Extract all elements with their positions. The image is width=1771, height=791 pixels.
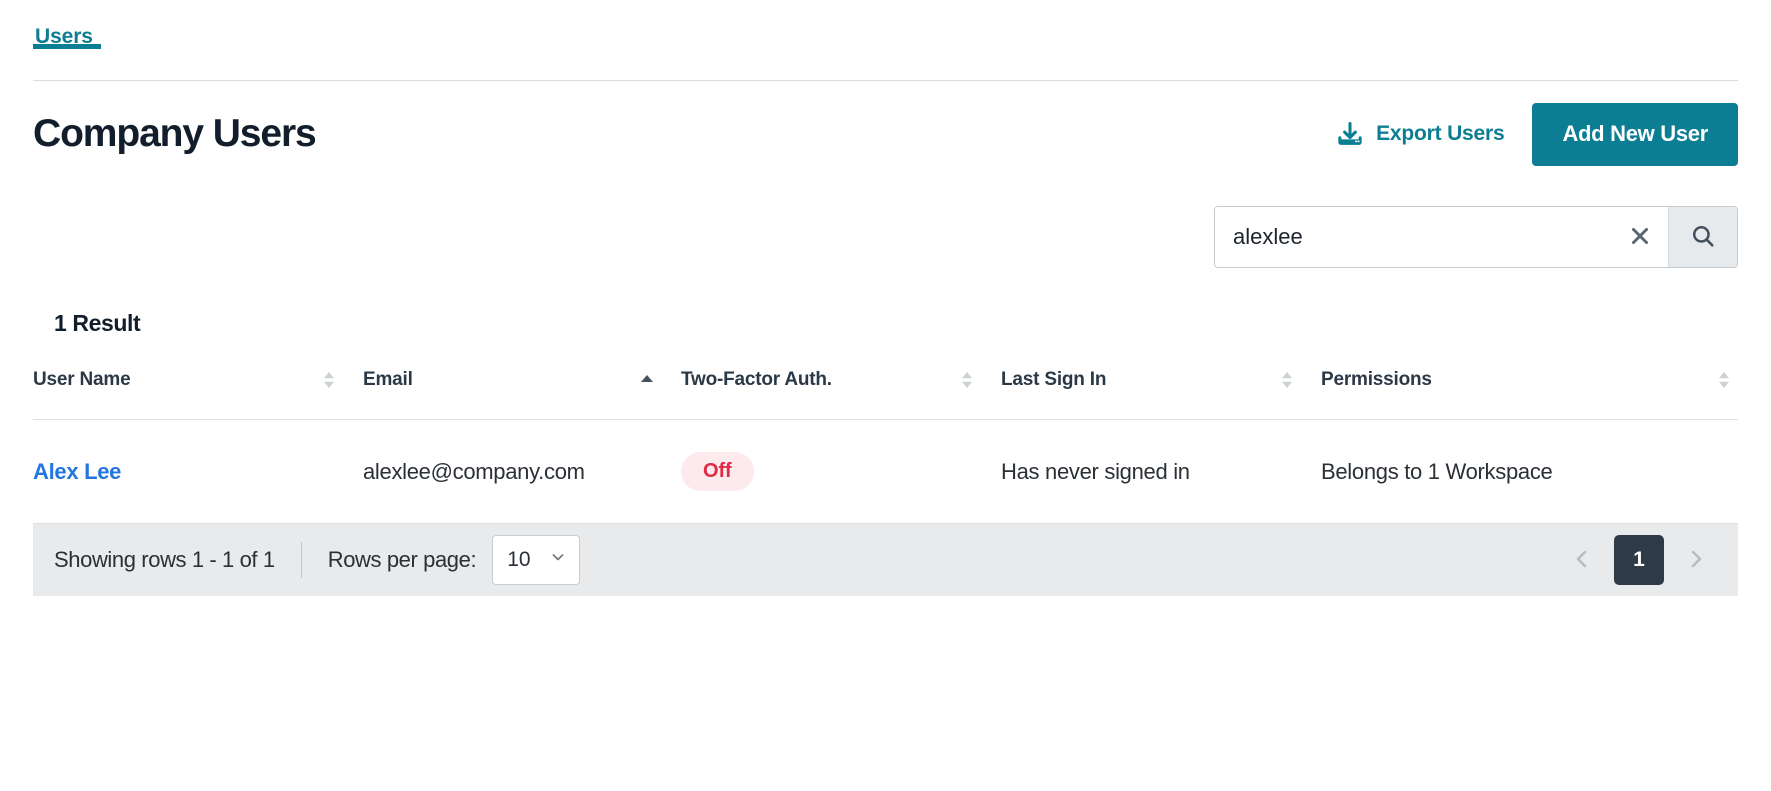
tab-users-label: Users bbox=[35, 25, 93, 48]
previous-page-button[interactable] bbox=[1564, 540, 1600, 580]
column-label-two-factor-auth: Two-Factor Auth. bbox=[681, 369, 832, 390]
sort-icon-user-name bbox=[321, 369, 337, 391]
column-label-user-name: User Name bbox=[33, 369, 131, 390]
search-input[interactable] bbox=[1215, 207, 1612, 267]
column-header-two-factor-auth[interactable]: Two-Factor Auth. bbox=[681, 369, 1001, 420]
users-table: User Name Email Two-Factor Auth. Last Si… bbox=[33, 369, 1738, 524]
column-label-permissions: Permissions bbox=[1321, 369, 1432, 390]
export-users-label: Export Users bbox=[1376, 122, 1505, 145]
search-row bbox=[0, 187, 1771, 268]
export-users-button[interactable]: Export Users bbox=[1334, 114, 1506, 154]
page-header: Company Users Export Users Add New User bbox=[0, 81, 1771, 187]
result-count: 1 Result bbox=[54, 310, 141, 336]
column-label-email: Email bbox=[363, 369, 413, 390]
rows-per-page-label: Rows per page: bbox=[327, 547, 477, 572]
tab-users[interactable]: Users bbox=[33, 0, 101, 49]
column-header-last-sign-in[interactable]: Last Sign In bbox=[1001, 369, 1321, 420]
chevron-right-icon bbox=[1684, 547, 1708, 574]
status-badge: Off bbox=[681, 452, 754, 491]
close-icon bbox=[1628, 224, 1652, 251]
cell-email: alexlee@company.com bbox=[363, 458, 585, 484]
cell-permissions: Belongs to 1 Workspace bbox=[1321, 458, 1553, 484]
table-row: Alex Lee alexlee@company.com Off Has nev… bbox=[33, 419, 1738, 524]
pagination-controls: 1 bbox=[1564, 535, 1714, 585]
rows-per-page-value: 10 bbox=[507, 548, 531, 571]
page-number-button[interactable]: 1 bbox=[1614, 535, 1664, 585]
user-name-link[interactable]: Alex Lee bbox=[33, 459, 121, 484]
column-header-permissions[interactable]: Permissions bbox=[1321, 369, 1738, 420]
add-new-user-button[interactable]: Add New User bbox=[1532, 102, 1738, 166]
column-header-email[interactable]: Email bbox=[363, 369, 681, 420]
sort-icon-last-sign-in bbox=[1279, 369, 1295, 391]
page-title: Company Users bbox=[33, 112, 317, 155]
rows-per-page-select[interactable]: 10 bbox=[492, 535, 581, 585]
cell-last-sign-in: Has never signed in bbox=[1001, 458, 1190, 484]
cell-user-name: Alex Lee bbox=[33, 420, 363, 524]
header-actions: Export Users Add New User bbox=[1334, 102, 1738, 166]
search-icon bbox=[1690, 223, 1716, 252]
column-label-last-sign-in: Last Sign In bbox=[1001, 369, 1107, 390]
chevron-down-icon bbox=[548, 547, 568, 573]
pagination-bar: Showing rows 1 - 1 of 1 Rows per page: 1… bbox=[33, 524, 1738, 596]
pagination-info: Showing rows 1 - 1 of 1 Rows per page: 1… bbox=[54, 535, 581, 585]
divider bbox=[300, 542, 302, 578]
chevron-left-icon bbox=[1570, 547, 1594, 574]
next-page-button[interactable] bbox=[1678, 540, 1714, 580]
table-body: Alex Lee alexlee@company.com Off Has nev… bbox=[33, 419, 1738, 524]
table-header-row: User Name Email Two-Factor Auth. Last Si… bbox=[33, 369, 1738, 420]
sort-icon-two-factor-auth bbox=[959, 369, 975, 391]
tab-bar: Users bbox=[0, 0, 1771, 81]
search-box bbox=[1214, 206, 1738, 268]
users-table-container: User Name Email Two-Factor Auth. Last Si… bbox=[0, 369, 1771, 524]
table-head: User Name Email Two-Factor Auth. Last Si… bbox=[33, 369, 1738, 420]
clear-search-button[interactable] bbox=[1612, 207, 1668, 267]
showing-rows-label: Showing rows 1 - 1 of 1 bbox=[54, 547, 275, 572]
column-header-user-name[interactable]: User Name bbox=[33, 369, 363, 420]
sort-icon-email-ascending bbox=[639, 369, 655, 391]
search-submit-button[interactable] bbox=[1668, 207, 1737, 267]
sort-icon-permissions bbox=[1716, 369, 1732, 391]
download-icon bbox=[1336, 120, 1364, 148]
cell-two-factor-auth: Off bbox=[681, 420, 1001, 524]
